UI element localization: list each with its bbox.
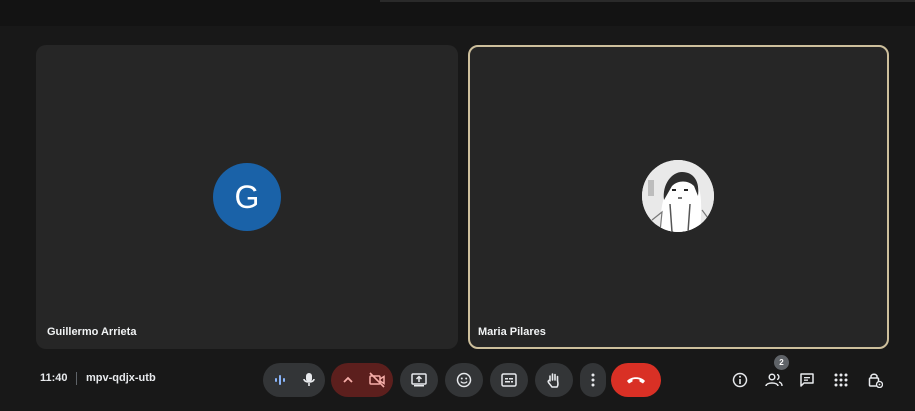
chat-button[interactable] xyxy=(795,368,819,392)
camera-options-button[interactable] xyxy=(335,363,361,397)
apps-grid-icon xyxy=(834,373,848,387)
top-divider xyxy=(380,0,915,2)
raise-hand-button[interactable] xyxy=(535,363,573,397)
info-icon xyxy=(732,372,748,388)
audio-level-icon xyxy=(267,363,293,397)
people-count-badge: 2 xyxy=(774,355,789,370)
present-screen-icon xyxy=(411,373,427,387)
captions-icon xyxy=(501,373,517,387)
chat-icon xyxy=(800,373,814,387)
activities-button[interactable] xyxy=(829,368,853,392)
end-call-icon xyxy=(627,377,645,384)
chevron-up-icon xyxy=(343,376,353,383)
captions-button[interactable] xyxy=(490,363,528,397)
participant-tile-guillermo[interactable]: G Guillermo Arrieta xyxy=(36,45,458,349)
reactions-button[interactable] xyxy=(445,363,483,397)
meeting-code[interactable]: mpv-qdjx-utb xyxy=(86,372,156,384)
raise-hand-icon xyxy=(547,372,559,388)
top-bar xyxy=(0,0,915,26)
camera-off-icon xyxy=(369,372,385,388)
profile-photo-icon xyxy=(642,160,714,232)
participant-name: Maria Pilares xyxy=(478,326,546,338)
camera-off-button[interactable] xyxy=(363,363,391,397)
present-screen-button[interactable] xyxy=(400,363,438,397)
meeting-details-button[interactable] xyxy=(728,368,752,392)
more-vert-icon xyxy=(591,373,595,387)
avatar-letter: G xyxy=(234,178,260,215)
people-icon xyxy=(765,373,783,387)
participant-name: Guillermo Arrieta xyxy=(47,326,137,338)
leave-call-button[interactable] xyxy=(611,363,661,397)
host-controls-button[interactable] xyxy=(863,368,887,392)
meeting-time: 11:40 xyxy=(40,372,68,384)
avatar: G xyxy=(213,163,281,231)
divider xyxy=(76,372,77,385)
more-options-button[interactable] xyxy=(580,363,606,397)
people-button[interactable] xyxy=(762,368,786,392)
participant-tile-maria[interactable]: Maria Pilares xyxy=(468,45,889,349)
microphone-control-group xyxy=(263,363,325,397)
emoji-icon xyxy=(456,372,472,388)
camera-control-group xyxy=(331,363,393,397)
microphone-button[interactable] xyxy=(295,363,323,397)
host-controls-lock-icon xyxy=(868,373,883,388)
microphone-icon xyxy=(303,373,315,386)
